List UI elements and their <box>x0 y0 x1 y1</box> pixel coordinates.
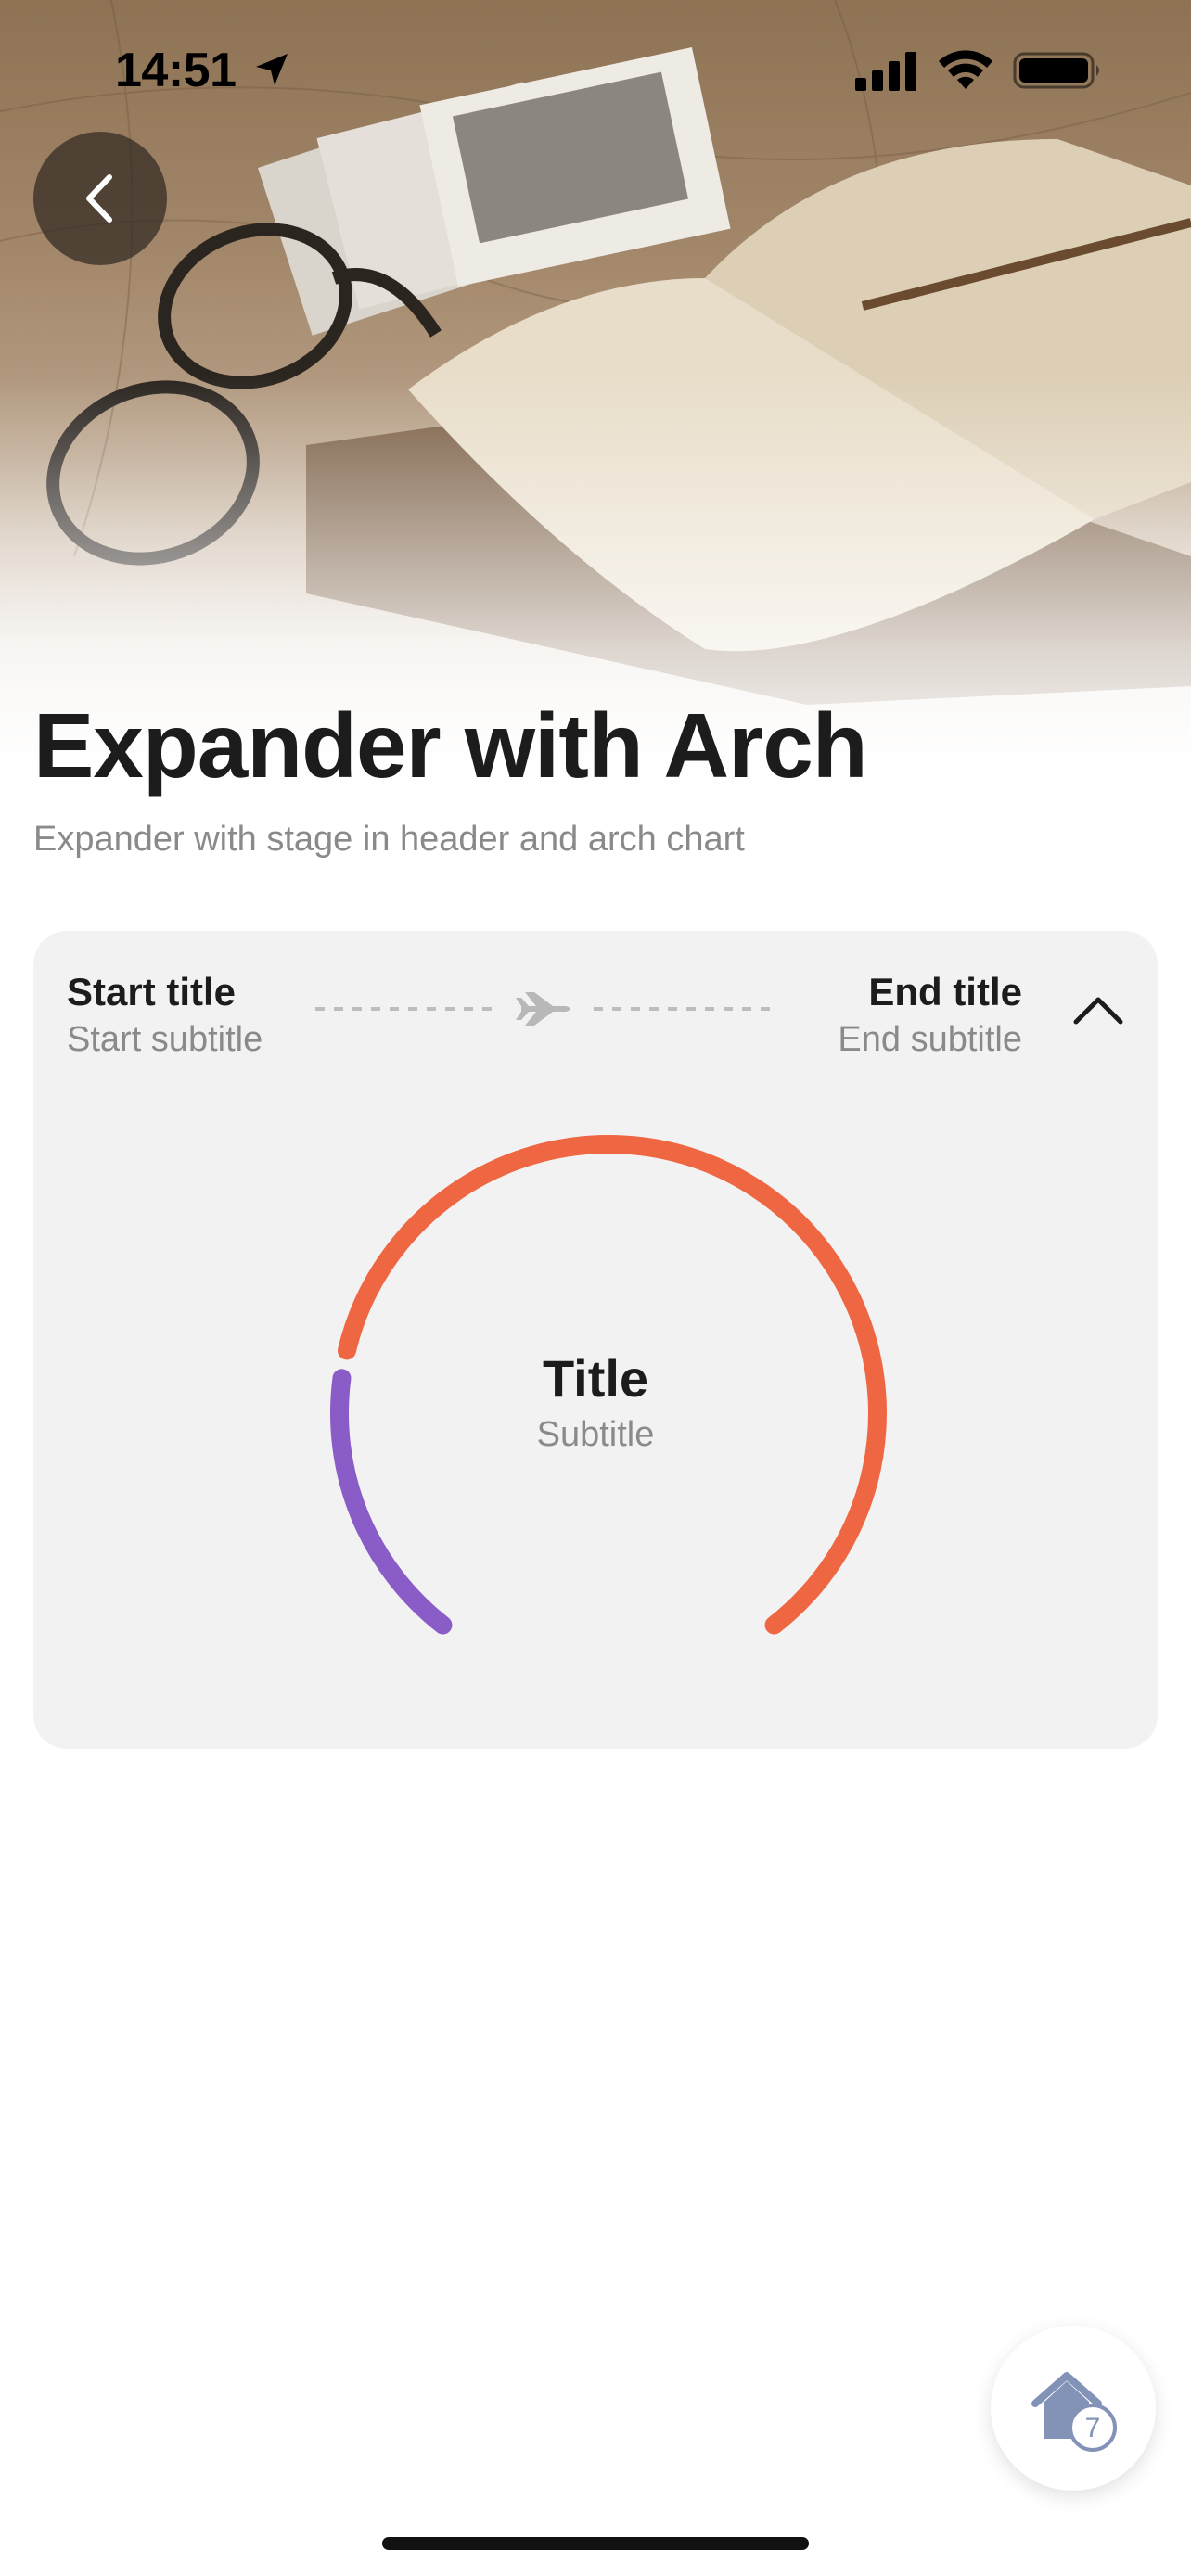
back-button[interactable] <box>33 132 167 265</box>
stage-end-subtitle: End subtitle <box>838 1020 1022 1059</box>
stage-start-subtitle: Start subtitle <box>67 1020 263 1059</box>
battery-icon <box>1013 52 1099 89</box>
wifi-icon <box>939 50 992 89</box>
expander-card: Start title Start subtitle End title End… <box>33 931 1158 1749</box>
stage-start-title: Start title <box>67 970 237 1014</box>
stage-end-title: End title <box>868 970 1022 1014</box>
chevron-up-icon[interactable] <box>1072 994 1124 1027</box>
location-arrow-icon <box>256 54 288 85</box>
home-badge-count: 7 <box>1085 2413 1101 2443</box>
chevron-left-icon <box>86 174 112 223</box>
home-indicator <box>382 2537 809 2550</box>
arch-subtitle: Subtitle <box>536 1415 655 1454</box>
stage-start: Start title Start subtitle <box>67 968 263 1063</box>
page-subtitle: Expander with stage in header and arch c… <box>33 820 745 859</box>
stage-connector <box>315 992 779 1026</box>
cellular-signal-icon <box>855 52 916 91</box>
page-title: Expander with Arch <box>33 695 868 797</box>
home-fab[interactable]: 7 <box>991 2326 1156 2491</box>
arch-title: Title <box>542 1349 649 1408</box>
status-time: 14:51 <box>115 44 237 97</box>
home-icon: 7 <box>1031 2372 1117 2452</box>
airplane-icon <box>516 992 570 1026</box>
status-bar: 14:51 <box>0 0 1191 139</box>
stage-end: End title End subtitle <box>838 968 1022 1063</box>
